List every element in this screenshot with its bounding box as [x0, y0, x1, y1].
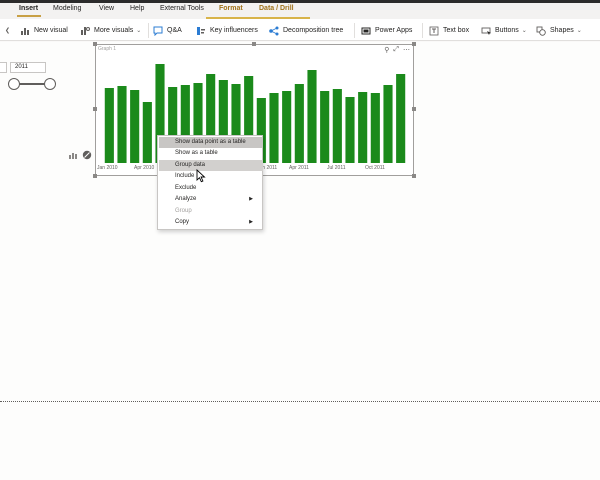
visual-header-filter-icon[interactable] — [82, 150, 92, 160]
menu-item-copy[interactable]: Copy ▶ — [159, 217, 263, 228]
bar-dec-2011[interactable] — [396, 74, 406, 163]
tab-insert[interactable]: Insert — [19, 5, 38, 12]
menu-item-label: Analyze — [175, 196, 197, 202]
resize-handle[interactable] — [93, 174, 97, 178]
text-box-label: Text box — [443, 27, 470, 34]
resize-handle[interactable] — [412, 42, 416, 46]
bar-mar-2011[interactable] — [282, 91, 292, 163]
decomposition-tree-button[interactable]: Decomposition tree — [269, 24, 343, 37]
tab-help[interactable]: Help — [130, 5, 144, 12]
menu-item-label: Show data point as a table — [175, 139, 246, 145]
visual-header-chart-icon[interactable] — [68, 150, 78, 160]
bar-nov-2011[interactable] — [383, 85, 393, 163]
x-tick-label: Jul 2011 — [327, 165, 346, 171]
button-icon — [481, 27, 491, 35]
x-tick-label: Apr 2010 — [134, 165, 155, 171]
bar-feb-2010[interactable] — [117, 86, 127, 163]
bar-apr-2010[interactable] — [142, 102, 152, 163]
qa-label: Q&A — [167, 27, 182, 34]
speech-bubble-icon — [153, 26, 163, 36]
submenu-arrow-icon: ▶ — [249, 196, 253, 202]
ribbon: ❮ New visual More visuals ⌄ Q&A Key infl… — [0, 19, 600, 41]
tab-external-tools[interactable]: External Tools — [160, 5, 204, 12]
bar-oct-2011[interactable] — [370, 93, 380, 163]
bar-jan-2010[interactable] — [104, 88, 114, 163]
key-influencers-button[interactable]: Key influencers — [196, 24, 258, 37]
ribbon-separator — [148, 23, 149, 38]
slicer-start-handle[interactable] — [8, 78, 20, 90]
visuals-gallery-icon — [81, 26, 90, 35]
slicer-end-input[interactable]: 2011 — [10, 62, 46, 73]
x-tick-label: Apr 2011 — [289, 165, 309, 171]
key-influencers-label: Key influencers — [210, 27, 258, 34]
qa-button[interactable]: Q&A — [153, 24, 182, 37]
text-box-icon — [429, 26, 439, 35]
column-chart-icon — [21, 27, 29, 35]
active-tab-indicator — [17, 15, 41, 17]
new-visual-button[interactable]: New visual — [20, 24, 68, 37]
text-box-button[interactable]: Text box — [429, 24, 469, 37]
key-influencers-icon — [197, 26, 205, 35]
mouse-pointer-icon — [196, 169, 206, 183]
x-tick-label: Jan 2010 — [97, 165, 118, 171]
resize-handle[interactable] — [412, 174, 416, 178]
menu-item-group: Group — [159, 206, 263, 217]
menu-item-analyze[interactable]: Analyze ▶ — [159, 194, 263, 205]
bar-jun-2011[interactable] — [320, 91, 330, 163]
bar-aug-2011[interactable] — [345, 97, 355, 163]
chevron-down-icon: ⌄ — [576, 28, 582, 34]
menu-item-include[interactable]: Include — [159, 171, 263, 182]
buttons-label: Buttons — [495, 27, 519, 34]
more-visuals-label: More visuals — [94, 27, 134, 34]
page-boundary — [0, 401, 600, 402]
power-apps-icon — [361, 27, 371, 34]
more-visuals-button[interactable]: More visuals ⌄ — [80, 24, 141, 37]
menu-item-exclude[interactable]: Exclude — [159, 183, 263, 194]
submenu-arrow-icon: ▶ — [249, 219, 253, 225]
bar-mar-2010[interactable] — [130, 90, 140, 163]
bar-jul-2011[interactable] — [332, 89, 342, 163]
shapes-button[interactable]: Shapes ⌄ — [536, 24, 582, 37]
power-apps-button[interactable]: Power Apps — [361, 24, 412, 37]
resize-handle[interactable] — [93, 42, 97, 46]
context-menu: Show data point as a table Show as a tab… — [157, 135, 263, 230]
shapes-icon — [536, 26, 546, 36]
menu-item-label: Include — [175, 173, 195, 179]
decomposition-tree-label: Decomposition tree — [283, 27, 344, 34]
shapes-label: Shapes — [550, 27, 574, 34]
tab-modeling[interactable]: Modeling — [53, 5, 81, 12]
resize-handle[interactable] — [252, 42, 256, 46]
tab-view[interactable]: View — [99, 5, 114, 12]
menu-item-label: Copy — [175, 219, 190, 225]
bar-feb-2011[interactable] — [269, 93, 279, 163]
buttons-button[interactable]: Buttons ⌄ — [481, 24, 527, 37]
chevron-down-icon: ⌄ — [521, 28, 527, 34]
decomposition-tree-icon — [269, 26, 279, 35]
bar-apr-2011[interactable] — [294, 84, 304, 163]
ribbon-separator — [354, 23, 355, 38]
menu-item-label: Exclude — [175, 185, 197, 191]
ribbon-separator — [422, 23, 423, 38]
slicer-start-input[interactable] — [0, 62, 7, 73]
menu-item-show-as-table[interactable]: Show as a table — [159, 148, 263, 159]
menu-item-label: Group data — [175, 162, 206, 168]
x-tick-label: Oct 2011 — [365, 165, 385, 171]
new-visual-label: New visual — [34, 27, 68, 34]
slicer-end-handle[interactable] — [44, 78, 56, 90]
ribbon-scroll-left[interactable]: ❮ — [2, 24, 10, 37]
resize-handle[interactable] — [93, 107, 97, 111]
menu-item-group-data[interactable]: Group data — [159, 160, 263, 171]
menu-item-label: Group — [175, 208, 192, 214]
power-apps-label: Power Apps — [375, 27, 413, 34]
chevron-down-icon: ⌄ — [136, 28, 142, 34]
menu-item-label: Show as a table — [175, 150, 218, 156]
bar-sep-2011[interactable] — [358, 92, 368, 163]
tab-data-drill[interactable]: Data / Drill — [259, 5, 294, 12]
bar-may-2011[interactable] — [307, 70, 317, 163]
tab-format[interactable]: Format — [219, 5, 243, 12]
menu-item-show-data-point-as-table[interactable]: Show data point as a table — [159, 137, 263, 148]
resize-handle[interactable] — [412, 107, 416, 111]
